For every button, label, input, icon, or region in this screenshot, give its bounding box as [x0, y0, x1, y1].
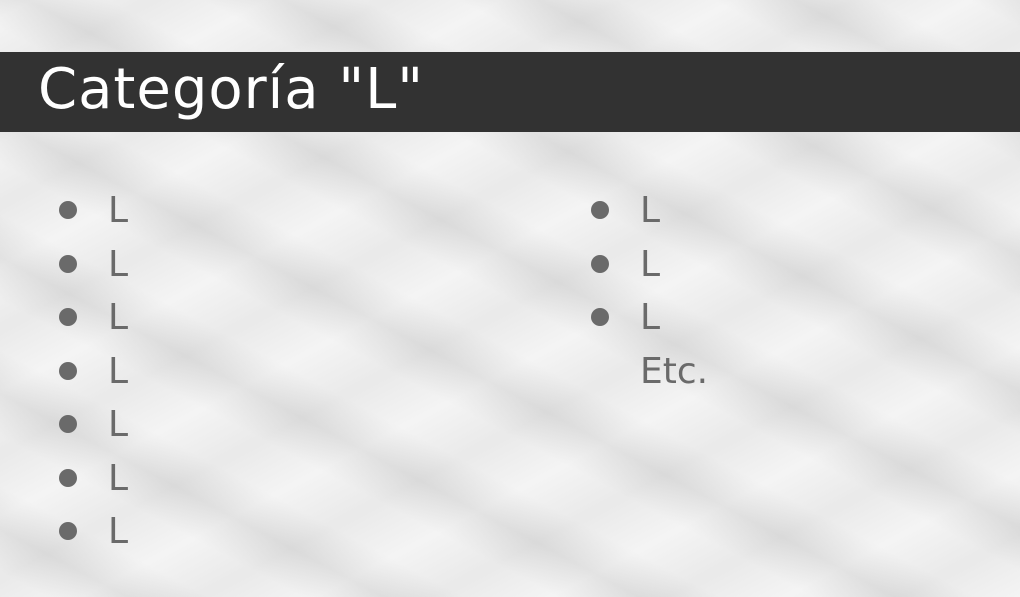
list-item-text: L — [640, 297, 661, 338]
list-item-text: L — [108, 297, 129, 338]
bullet-list-left: L L L L L L L — [58, 184, 128, 559]
list-item: L — [590, 238, 660, 292]
list-item-text: L — [108, 190, 129, 231]
list-item: L — [58, 398, 128, 452]
list-item: L — [58, 452, 128, 506]
bullet-icon — [59, 522, 77, 540]
bullet-icon — [591, 308, 609, 326]
slide-title: Categoría "L" — [38, 57, 425, 122]
etc-text: Etc. — [640, 351, 709, 392]
list-item: L — [58, 345, 128, 399]
bullet-list-right: L L L — [590, 184, 660, 345]
list-item-text: L — [640, 190, 661, 231]
bullet-icon — [59, 468, 77, 487]
list-item: L — [58, 291, 128, 345]
bullet-icon — [59, 254, 77, 273]
bullet-icon — [591, 254, 609, 273]
list-item: L — [58, 184, 128, 238]
list-item: L — [58, 505, 128, 559]
bullet-icon — [59, 415, 77, 433]
list-item-text: L — [108, 511, 129, 552]
bullet-icon — [591, 201, 609, 219]
bullet-icon — [59, 361, 77, 380]
list-item-text: L — [108, 243, 129, 285]
slide: Categoría "L" L L L L L L L L L L Etc. — [0, 0, 1020, 597]
list-item: L — [590, 184, 660, 238]
list-item-text: L — [640, 243, 661, 285]
list-item-text: L — [108, 404, 129, 445]
bullet-icon — [59, 308, 77, 326]
list-item-text: L — [108, 350, 129, 392]
bullet-icon — [59, 201, 77, 219]
list-item: L — [58, 238, 128, 292]
list-item: L — [590, 291, 660, 345]
list-item-text: L — [108, 457, 129, 499]
